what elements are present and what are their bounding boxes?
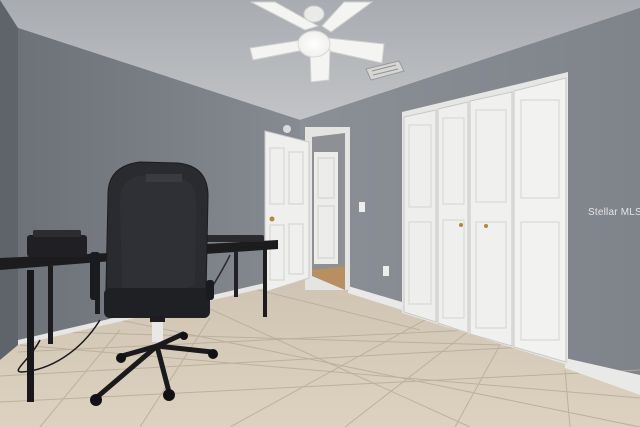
chair-backrest-shade bbox=[120, 175, 196, 292]
fan-motor bbox=[303, 5, 325, 23]
room-photo bbox=[0, 0, 640, 427]
stellar-mls-watermark: Stellar MLS bbox=[588, 207, 640, 218]
closet-knob-left bbox=[459, 223, 463, 227]
thermostat bbox=[283, 125, 291, 133]
left-edge-wall bbox=[0, 0, 18, 360]
desk-leg-left bbox=[27, 270, 34, 402]
desk-device-top bbox=[33, 230, 81, 237]
desk-keyboard bbox=[204, 235, 264, 242]
chair-armrest-right bbox=[206, 280, 214, 300]
chair-logo-plate bbox=[146, 174, 182, 182]
chair-cylinder-cap bbox=[150, 316, 165, 322]
desk-device bbox=[27, 235, 87, 257]
closet-knob-right bbox=[484, 224, 488, 228]
desk-leg-left-back bbox=[48, 266, 53, 344]
chair-armrest-left bbox=[90, 252, 100, 300]
open-bedroom-door bbox=[264, 130, 310, 293]
closet-door-4 bbox=[513, 77, 567, 363]
chair-seat bbox=[104, 288, 210, 318]
fan-light bbox=[297, 30, 331, 58]
desk-leg-right bbox=[263, 249, 267, 317]
light-switch bbox=[359, 202, 365, 212]
door-knob bbox=[269, 216, 275, 222]
desk-leg-right-back bbox=[234, 251, 238, 297]
wall-outlet bbox=[383, 266, 389, 276]
